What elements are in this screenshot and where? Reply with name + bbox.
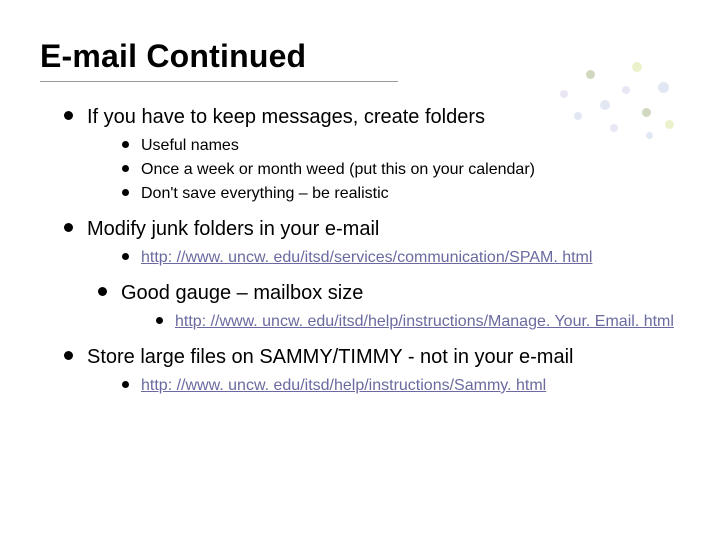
list-item: If you have to keep messages, create fol… xyxy=(64,104,680,204)
hyperlink[interactable]: http: //www. uncw. edu/itsd/services/com… xyxy=(141,249,592,266)
sub-list: http: //www. uncw. edu/itsd/help/instruc… xyxy=(64,376,680,396)
sub-list-item-text: Don't save everything – be realistic xyxy=(141,184,389,204)
list-item-text: Good gauge – mailbox size xyxy=(121,280,363,306)
bullet-icon xyxy=(122,189,129,196)
bullet-icon xyxy=(122,141,129,148)
sub-list-item: Useful names xyxy=(122,136,680,156)
bullet-icon xyxy=(122,165,129,172)
list-item: Modify junk folders in your e-mail http: … xyxy=(64,216,680,268)
list-item-text: Modify junk folders in your e-mail xyxy=(87,216,379,242)
decor-dot xyxy=(622,86,630,94)
list-item-text: Store large files on SAMMY/TIMMY - not i… xyxy=(87,344,573,370)
list-item-text: If you have to keep messages, create fol… xyxy=(87,104,485,130)
sub-list-item-text: Once a week or month weed (put this on y… xyxy=(141,160,535,180)
sub-list-item-text: http: //www. uncw. edu/itsd/help/instruc… xyxy=(175,312,674,332)
slide: E-mail Continued If you have to keep mes… xyxy=(0,0,720,540)
title-rule xyxy=(40,81,398,82)
bullet-icon xyxy=(64,223,73,232)
sub-list: Useful names Once a week or month weed (p… xyxy=(64,136,680,204)
hyperlink[interactable]: http: //www. uncw. edu/itsd/help/instruc… xyxy=(141,377,546,394)
sub-list-item: http: //www. uncw. edu/itsd/services/com… xyxy=(122,248,680,268)
sub-list-item: Once a week or month weed (put this on y… xyxy=(122,160,680,180)
sub-list: http: //www. uncw. edu/itsd/services/com… xyxy=(64,248,680,268)
slide-title: E-mail Continued xyxy=(40,38,680,75)
bullet-icon xyxy=(64,111,73,120)
bullet-icon xyxy=(122,381,129,388)
bullet-icon xyxy=(122,253,129,260)
list-item: Store large files on SAMMY/TIMMY - not i… xyxy=(64,344,680,396)
sub-list-item: http: //www. uncw. edu/itsd/help/instruc… xyxy=(122,376,680,396)
decor-dot xyxy=(658,82,669,93)
sub-list-item: http: //www. uncw. edu/itsd/help/instruc… xyxy=(156,312,680,332)
sub-list-item-text: http: //www. uncw. edu/itsd/services/com… xyxy=(141,248,592,268)
sub-list-item-text: Useful names xyxy=(141,136,239,156)
sub-list-item-text: http: //www. uncw. edu/itsd/help/instruc… xyxy=(141,376,546,396)
bullet-icon xyxy=(156,317,163,324)
decor-dot xyxy=(560,90,568,98)
bullet-list: If you have to keep messages, create fol… xyxy=(40,104,680,396)
sub-list-item: Don't save everything – be realistic xyxy=(122,184,680,204)
bullet-icon xyxy=(64,351,73,360)
list-item: Good gauge – mailbox size http: //www. un… xyxy=(98,280,680,332)
sub-list: http: //www. uncw. edu/itsd/help/instruc… xyxy=(98,312,680,332)
bullet-icon xyxy=(98,287,107,296)
hyperlink[interactable]: http: //www. uncw. edu/itsd/help/instruc… xyxy=(175,313,674,330)
